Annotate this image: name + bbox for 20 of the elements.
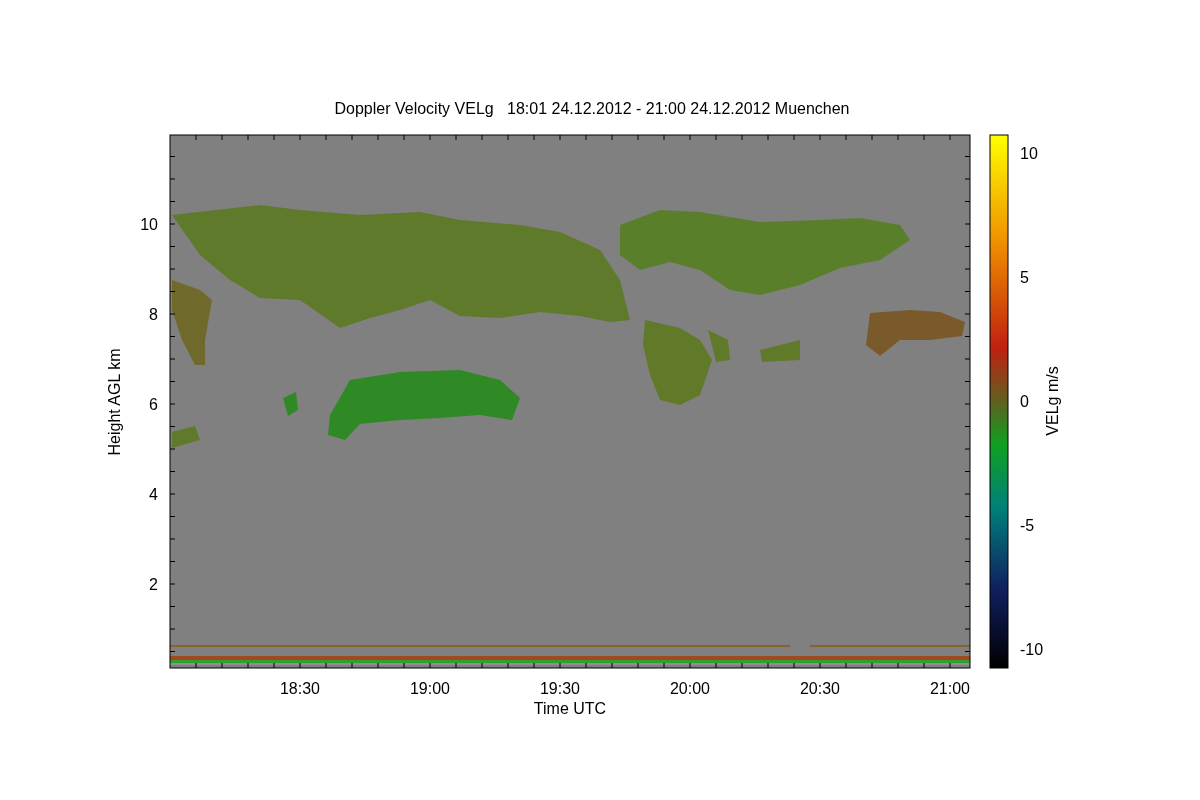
colorbar-tick-label: -5 xyxy=(1020,517,1035,534)
x-tick-label: 19:30 xyxy=(540,680,580,697)
colorbar-tick-label: 10 xyxy=(1020,145,1038,162)
colorbar-label: VELg m/s xyxy=(1044,366,1061,436)
x-tick-label: 21:00 xyxy=(930,680,970,697)
x-tick-label: 20:00 xyxy=(670,680,710,697)
x-tick-label: 18:30 xyxy=(280,680,320,697)
x-tick-label: 19:00 xyxy=(410,680,450,697)
y-tick-label: 4 xyxy=(149,486,158,503)
y-tick-label: 2 xyxy=(149,576,158,593)
y-axis-label: Height AGL km xyxy=(106,348,123,456)
x-axis-label: Time UTC xyxy=(533,700,607,717)
y-tick-label: 10 xyxy=(140,216,158,233)
chart-title: Doppler Velocity VELg 18:01 24.12.2012 - 21:00 24.12.2012 Muenchen xyxy=(334,100,850,117)
x-tick-label: 20:30 xyxy=(800,680,840,697)
colorbar-tick-label: 0 xyxy=(1020,393,1029,410)
y-tick-label: 8 xyxy=(149,306,158,323)
colorbar-tick-label: -10 xyxy=(1020,641,1044,658)
colorbar-tick-label: 5 xyxy=(1020,269,1029,286)
y-tick-label: 6 xyxy=(149,396,158,413)
